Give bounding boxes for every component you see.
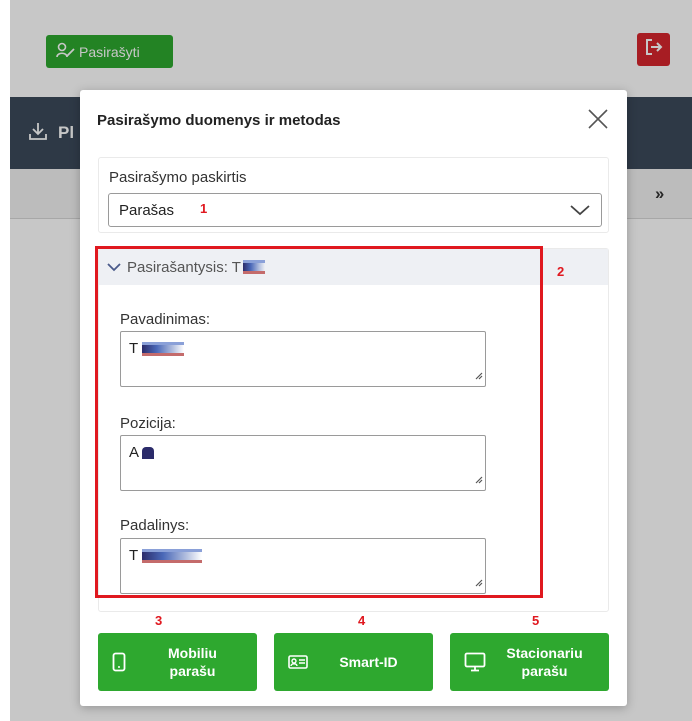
method-label-line2: parašu	[169, 663, 216, 679]
dialog-title: Pasirašymo duomenys ir metodas	[97, 112, 341, 129]
smart-id-button[interactable]: Smart-ID	[274, 633, 433, 691]
name-textarea[interactable]: T	[120, 331, 486, 387]
position-textarea[interactable]: A	[120, 435, 486, 491]
stationary-signature-button[interactable]: Stacionariu parašu	[450, 633, 609, 691]
redacted-text	[142, 447, 155, 460]
field-label-position: Pozicija:	[120, 415, 176, 432]
purpose-section: Pasirašymo paskirtis Parašas	[98, 157, 609, 233]
signer-accordion-header[interactable]: Pasirašantysis: T	[99, 249, 608, 285]
department-textarea[interactable]: T	[120, 538, 486, 594]
annotation-number: 2	[557, 264, 565, 279]
annotation-number: 1	[200, 201, 208, 216]
field-label-department: Padalinys:	[120, 517, 190, 534]
redacted-text	[142, 549, 203, 564]
redacted-text	[242, 260, 265, 274]
id-card-icon	[288, 654, 310, 670]
annotation-number: 3	[155, 613, 163, 628]
resize-handle-icon[interactable]	[473, 367, 483, 384]
desktop-monitor-icon	[464, 652, 486, 672]
chevron-down-icon	[107, 259, 121, 276]
purpose-select[interactable]: Parašas	[108, 193, 602, 227]
purpose-selected-value: Parašas	[119, 201, 175, 219]
annotation-number: 4	[358, 613, 366, 628]
signer-panel: Pasirašantysis: T Pavadinimas: T Pozicij…	[98, 248, 609, 612]
redacted-text	[142, 342, 185, 357]
signing-dialog: Pasirašymo duomenys ir metodas Pasirašym…	[80, 90, 627, 706]
close-icon	[585, 109, 611, 136]
resize-handle-icon[interactable]	[473, 471, 483, 488]
position-value: A	[129, 444, 139, 461]
name-value: T	[129, 340, 138, 357]
method-label-line1: Mobiliu	[168, 645, 217, 661]
purpose-label: Pasirašymo paskirtis	[109, 169, 247, 186]
method-label-line2: parašu	[521, 663, 568, 679]
method-label-line1: Stacionariu	[506, 645, 583, 661]
annotation-number: 5	[532, 613, 540, 628]
method-label-line1: Smart-ID	[339, 654, 398, 670]
mobile-phone-icon	[112, 652, 134, 672]
resize-handle-icon[interactable]	[473, 574, 483, 591]
field-label-name: Pavadinimas:	[120, 311, 211, 328]
chevron-down-icon	[569, 200, 591, 224]
close-button[interactable]	[585, 106, 611, 132]
signer-header-label: Pasirašantysis: T	[127, 258, 241, 276]
department-value: T	[129, 547, 138, 564]
mobile-signature-button[interactable]: Mobiliu parašu	[98, 633, 257, 691]
